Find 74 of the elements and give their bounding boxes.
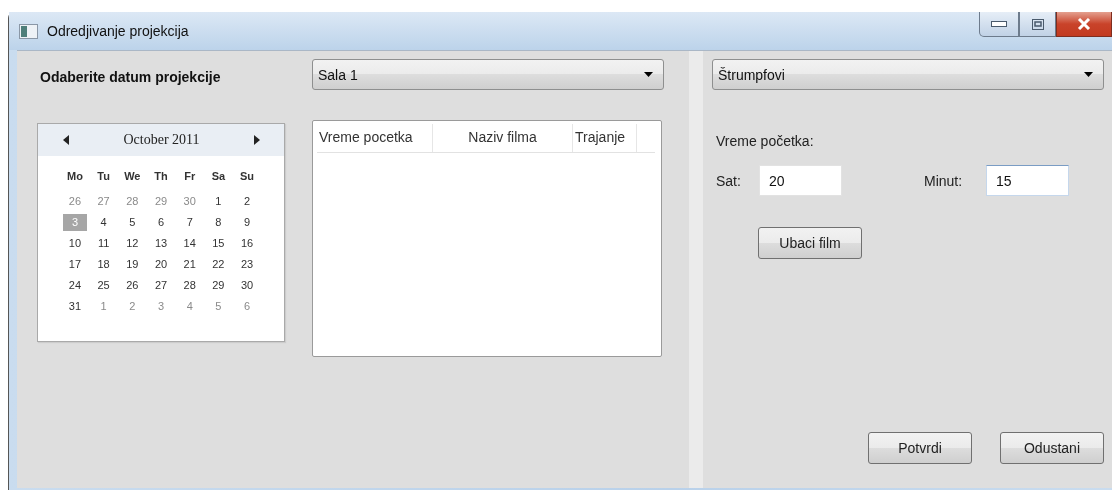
calendar-day[interactable]: 22 — [204, 256, 233, 273]
weekday-label: Tu — [96, 169, 111, 184]
minute-label: Minut: — [924, 172, 964, 189]
weekday-label: Su — [239, 169, 256, 184]
confirm-button[interactable]: Potvrdi — [868, 432, 972, 464]
calendar-day[interactable]: 18 — [89, 256, 118, 273]
weekday-label: Fr — [183, 169, 197, 184]
insert-movie-button[interactable]: Ubaci film — [758, 227, 862, 259]
calendar-day[interactable]: 19 — [117, 256, 147, 273]
close-button[interactable] — [1056, 12, 1112, 37]
calendar-day[interactable]: 8 — [204, 214, 233, 231]
calendar-day[interactable]: 2 — [232, 193, 262, 210]
calendar-day[interactable]: 29 — [204, 277, 233, 294]
calendar-day[interactable]: 23 — [232, 256, 262, 273]
calendar-day[interactable]: 27 — [146, 277, 176, 294]
weekday-label: We — [123, 169, 142, 184]
calendar-day[interactable]: 11 — [89, 235, 118, 252]
calendar-day[interactable]: 28 — [175, 277, 205, 294]
calendar-day[interactable]: 3 — [146, 298, 176, 315]
calendar-day[interactable]: 28 — [117, 193, 147, 210]
calendar-day[interactable]: 7 — [175, 214, 205, 231]
calendar-day[interactable]: 30 — [232, 277, 262, 294]
start-time-label: Vreme početka: — [716, 133, 815, 149]
calendar-day[interactable]: 27 — [89, 193, 118, 210]
weekday-label: Th — [153, 169, 169, 184]
calendar-day[interactable]: 2 — [117, 298, 147, 315]
caret-icon — [644, 72, 653, 77]
weekday-label: Mo — [66, 169, 84, 184]
date-heading: Odaberite datum projekcije — [40, 69, 222, 85]
calendar-day[interactable]: 6 — [232, 298, 262, 315]
month-title[interactable]: October 2011 — [123, 132, 200, 148]
calendar-day[interactable]: 24 — [60, 277, 90, 294]
column-header[interactable]: Trajanje — [573, 124, 637, 152]
hour-field[interactable]: 20 — [759, 165, 842, 196]
calendar-day[interactable]: 10 — [60, 235, 90, 252]
calendar-day[interactable]: 30 — [175, 193, 205, 210]
calendar-day[interactable]: 15 — [204, 235, 233, 252]
calendar-day[interactable]: 20 — [146, 256, 176, 273]
next-month-icon[interactable] — [254, 135, 260, 145]
calendar-day[interactable]: 5 — [204, 298, 233, 315]
movie-dropdown[interactable]: Štrumpfovi — [712, 59, 1104, 90]
calendar-day[interactable]: 6 — [146, 214, 176, 231]
calendar-day[interactable]: 26 — [117, 277, 147, 294]
maximize-button[interactable] — [1019, 12, 1056, 37]
calendar-day[interactable]: 1 — [204, 193, 233, 210]
calendar-day[interactable]: 13 — [146, 235, 176, 252]
column-header[interactable]: Vreme pocetka — [317, 124, 433, 152]
calendar-day[interactable]: 4 — [89, 214, 118, 231]
app-icon — [19, 23, 38, 39]
maximize-icon — [1031, 18, 1044, 30]
hour-label: Sat: — [716, 172, 742, 189]
calendar-day[interactable]: 29 — [146, 193, 176, 210]
minute-field[interactable]: 15 — [986, 165, 1069, 196]
calendar-day[interactable]: 21 — [175, 256, 205, 273]
column-header[interactable]: Naziv filma — [433, 124, 573, 152]
calendar-day[interactable]: 1 — [89, 298, 118, 315]
calendar-day[interactable]: 5 — [117, 214, 147, 231]
minimize-icon — [991, 21, 1007, 27]
cancel-button[interactable]: Odustani — [1000, 432, 1104, 464]
calendar-day[interactable]: 12 — [117, 235, 147, 252]
caret-icon — [1084, 72, 1093, 77]
calendar-day[interactable]: 31 — [60, 298, 90, 315]
window-title: Odredjivanje projekcija — [47, 23, 189, 39]
calendar-day[interactable]: 16 — [232, 235, 262, 252]
previous-month-icon[interactable] — [63, 135, 69, 145]
calendar-day[interactable]: 14 — [175, 235, 205, 252]
minimize-button[interactable] — [979, 12, 1019, 37]
calendar-day[interactable]: 26 — [60, 193, 90, 210]
calendar-day[interactable]: 17 — [60, 256, 90, 273]
calendar-day[interactable]: 9 — [232, 214, 262, 231]
close-icon — [1077, 18, 1091, 30]
weekday-label: Sa — [210, 169, 227, 184]
calendar-day[interactable]: 25 — [89, 277, 118, 294]
hall-dropdown[interactable]: Sala 1 — [312, 59, 664, 90]
